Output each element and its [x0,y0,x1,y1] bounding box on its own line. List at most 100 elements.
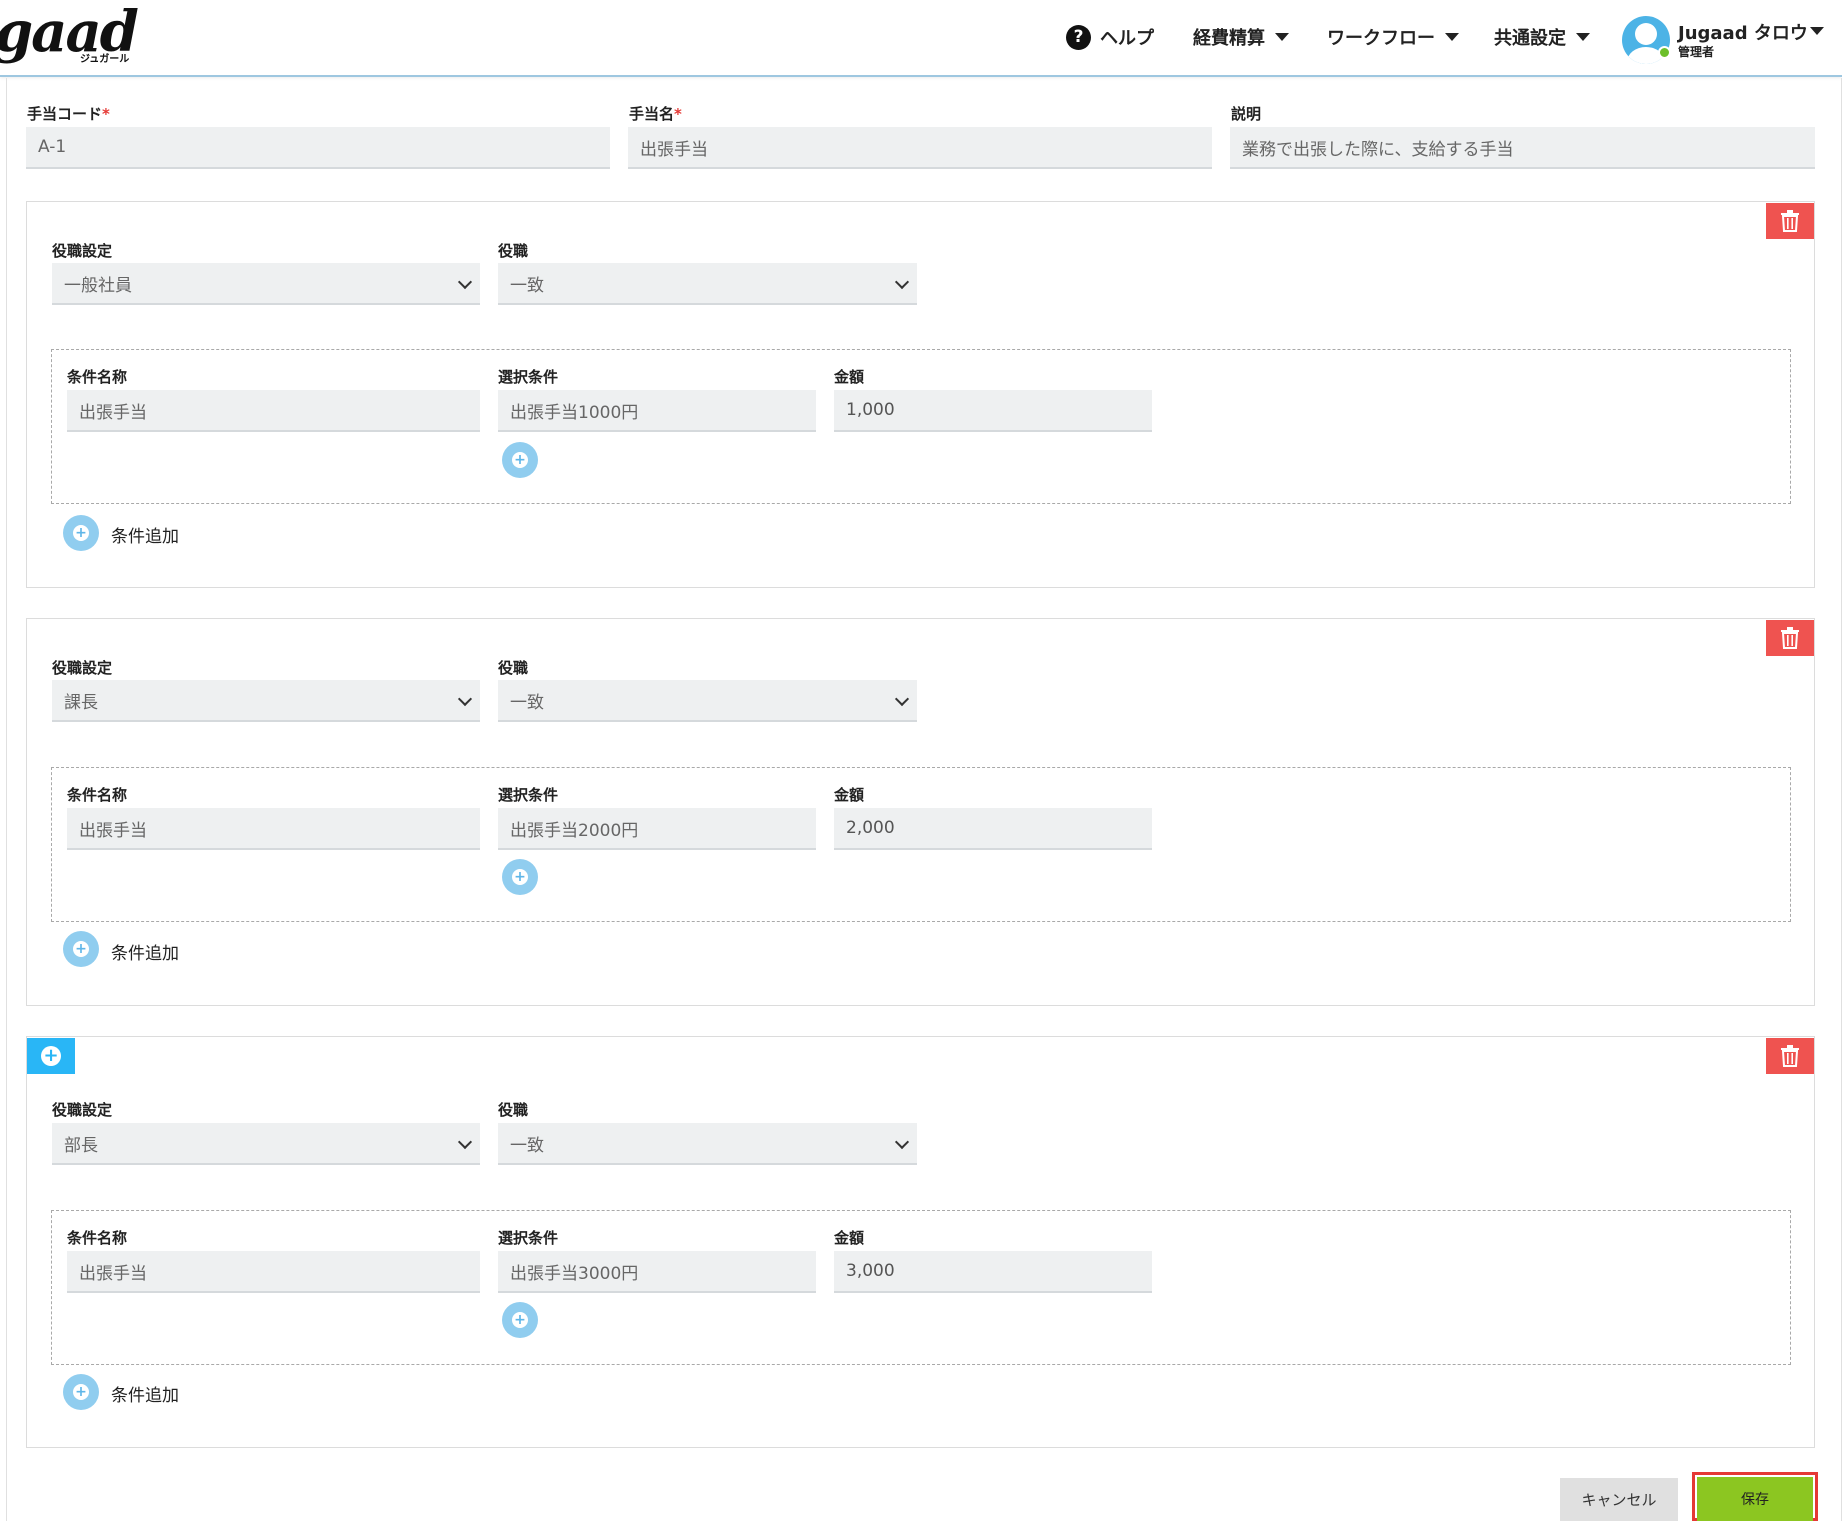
user-name[interactable]: Jugaad タロウ [1678,19,1808,45]
add-condition-label[interactable]: 条件追加 [111,1381,179,1406]
selection-condition-input[interactable]: 出張手当1000円 [498,390,816,432]
position-select[interactable]: 一致 [498,263,917,305]
position-setting-label: 役職設定 [52,242,113,260]
condition-box: 条件名称 出張手当 選択条件 出張手当1000円 金額 1,000 + [51,349,1791,504]
caret-down-icon [1576,33,1590,41]
trash-icon [1781,1045,1799,1067]
allowance-card-1: 役職設定 一般社員 役職 一致 条件名称 出張手当 選択条件 出張手当1000円… [26,201,1815,588]
amount-label: 金額 [834,1229,865,1247]
selection-condition-input[interactable]: 出張手当3000円 [498,1251,816,1293]
name-value: 出張手当 [640,139,708,160]
condition-box: 条件名称 出張手当 選択条件 出張手当3000円 金額 3,000 + [51,1210,1791,1365]
code-value: A-1 [38,137,67,157]
position-label: 役職 [498,242,529,260]
position-setting-value: 課長 [64,692,98,713]
plus-icon: + [73,941,89,957]
code-label: 手当コード* [27,103,110,124]
cancel-button[interactable]: キャンセル [1560,1478,1678,1521]
amount-input[interactable]: 1,000 [834,390,1152,432]
avatar-head [1635,23,1657,45]
name-label: 手当名* [629,103,682,124]
position-value: 一致 [510,692,544,713]
app-header: gaad ジュガール ? ヘルプ 経費精算 ワークフロー 共通設定 Jugaad… [0,0,1842,77]
nav-common-settings[interactable]: 共通設定 [1494,24,1590,50]
plus-icon: + [512,869,528,885]
add-selection-condition-button[interactable]: + [502,859,538,895]
add-condition-button[interactable]: + [63,515,99,551]
selection-condition-input[interactable]: 出張手当2000円 [498,808,816,850]
amount-value: 2,000 [846,818,895,838]
code-input[interactable]: A-1 [26,127,610,169]
add-condition-button[interactable]: + [63,1374,99,1410]
allowance-card-2: 役職設定 課長 役職 一致 条件名称 出張手当 選択条件 出張手当2000円 金… [26,618,1815,1006]
add-condition-button[interactable]: + [63,931,99,967]
user-role: 管理者 [1678,45,1715,59]
online-status-dot [1658,46,1671,59]
amount-label: 金額 [834,786,865,804]
selection-condition-label: 選択条件 [498,368,559,386]
allowance-card-3: + 役職設定 部長 役職 一致 条件名称 出張手当 選択条件 出張手当3000円… [26,1036,1815,1448]
selection-condition-label: 選択条件 [498,1229,559,1247]
code-label-text: 手当コード [27,105,103,123]
required-mark: * [674,105,682,123]
chevron-down-icon [457,1134,473,1150]
position-value: 一致 [510,275,544,296]
condition-name-input[interactable]: 出張手当 [67,1251,480,1293]
chevron-down-icon [894,691,910,707]
nav-workflow[interactable]: ワークフロー [1327,24,1459,50]
amount-input[interactable]: 2,000 [834,808,1152,850]
position-select[interactable]: 一致 [498,1123,917,1165]
plus-icon: + [512,452,528,468]
selection-condition-value: 出張手当3000円 [510,1263,639,1284]
add-selection-condition-button[interactable]: + [502,1302,538,1338]
trash-icon [1781,210,1799,232]
user-menu-caret-icon[interactable] [1810,27,1824,35]
question-icon: ? [1066,24,1091,50]
delete-card-button[interactable] [1766,1038,1814,1074]
condition-name-label: 条件名称 [67,786,128,804]
desc-label: 説明 [1231,105,1262,123]
plus-icon: + [73,525,89,541]
amount-value: 3,000 [846,1261,895,1281]
name-input[interactable]: 出張手当 [628,127,1212,169]
name-label-text: 手当名 [629,105,675,123]
position-setting-select[interactable]: 部長 [52,1123,480,1165]
delete-card-button[interactable] [1766,620,1814,656]
nav-expense-label: 経費精算 [1193,28,1265,49]
caret-down-icon [1275,33,1289,41]
amount-input[interactable]: 3,000 [834,1251,1152,1293]
condition-name-input[interactable]: 出張手当 [67,390,480,432]
chevron-down-icon [457,274,473,290]
condition-name-input[interactable]: 出張手当 [67,808,480,850]
add-selection-condition-button[interactable]: + [502,442,538,478]
save-button[interactable]: 保存 [1697,1477,1813,1521]
selection-condition-label: 選択条件 [498,786,559,804]
nav-expense[interactable]: 経費精算 [1193,24,1289,50]
desc-input[interactable]: 業務で出張した際に、支給する手当 [1230,127,1815,169]
position-setting-value: 部長 [64,1135,98,1156]
selection-condition-value: 出張手当2000円 [510,820,639,841]
amount-label: 金額 [834,368,865,386]
logo-subtitle: ジュガール [80,54,130,65]
chevron-down-icon [894,1134,910,1150]
delete-card-button[interactable] [1766,203,1814,239]
nav-help-label: ヘルプ [1100,28,1154,49]
add-condition-label[interactable]: 条件追加 [111,522,179,547]
chevron-down-icon [457,691,473,707]
position-label: 役職 [498,659,529,677]
nav-help[interactable]: ? ヘルプ [1066,24,1154,50]
position-setting-value: 一般社員 [64,275,132,296]
condition-name-label: 条件名称 [67,368,128,386]
position-setting-label: 役職設定 [52,659,113,677]
position-label: 役職 [498,1101,529,1119]
position-select[interactable]: 一致 [498,680,917,722]
position-setting-select[interactable]: 課長 [52,680,480,722]
position-setting-select[interactable]: 一般社員 [52,263,480,305]
condition-name-value: 出張手当 [79,820,147,841]
required-mark: * [102,105,110,123]
add-condition-label[interactable]: 条件追加 [111,939,179,964]
plus-icon: + [41,1046,61,1066]
amount-value: 1,000 [846,400,895,420]
position-value: 一致 [510,1135,544,1156]
add-card-button[interactable]: + [27,1038,75,1074]
